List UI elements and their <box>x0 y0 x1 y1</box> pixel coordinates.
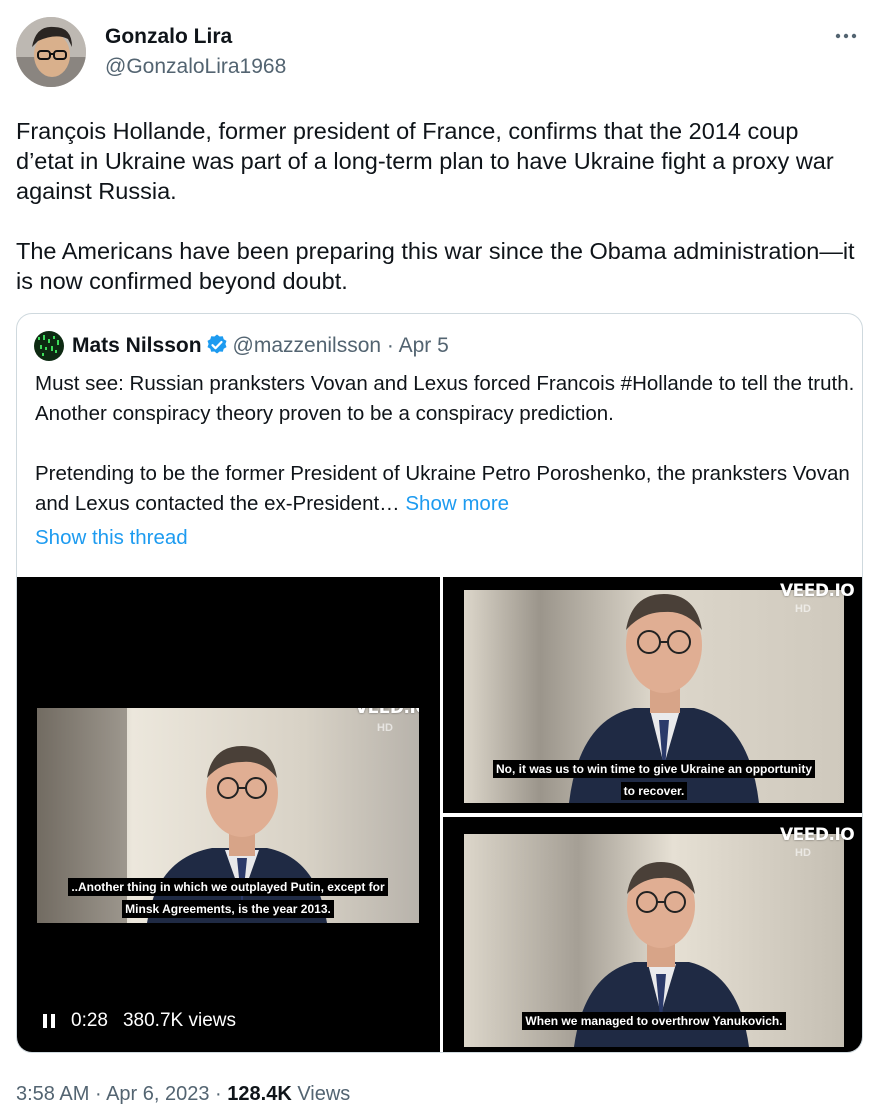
caption-line-1: When we managed to overthrow Yanukovich. <box>522 1012 786 1030</box>
video-frame: When we managed to overthrow Yanukovich. <box>464 834 844 1047</box>
quoted-tweet[interactable]: Mats Nilsson @mazzenilsson · Apr 5 Must s… <box>16 313 863 1053</box>
quoted-text: Must see: Russian pranksters Vovan and L… <box>35 369 855 519</box>
tweet-footer: 3:58 AM · Apr 6, 2023 · 128.4K Views <box>16 1080 350 1108</box>
quoted-date[interactable]: Apr 5 <box>399 334 449 357</box>
video-caption: No, it was us to win time to give Ukrain… <box>464 758 844 802</box>
caption-line-2: to recover. <box>620 782 688 800</box>
media-grid: VEED.IO HD ..Another thing in which we o… <box>17 577 862 1052</box>
veed-watermark: VEED.IO <box>780 581 855 601</box>
views-label: Views <box>291 1083 351 1105</box>
caption-line-2: Minsk Agreements, is the year 2013. <box>122 900 334 918</box>
author-name[interactable]: Gonzalo Lira <box>105 24 286 50</box>
channel-logo: HD <box>377 722 393 734</box>
quoted-meta-separator: · <box>386 334 394 357</box>
verified-badge-icon <box>205 333 229 357</box>
main-video[interactable]: VEED.IO HD ..Another thing in which we o… <box>17 577 440 1052</box>
footer-separator: · <box>89 1083 107 1105</box>
video-controls: 0:28 380.7K views <box>41 1010 236 1032</box>
footer-separator: · <box>209 1083 228 1105</box>
profile-photo-icon <box>16 17 86 87</box>
caption-line-1: No, it was us to win time to give Ukrain… <box>492 760 816 778</box>
author-avatar[interactable] <box>16 17 86 87</box>
views-count: 128.4K <box>227 1083 292 1105</box>
video-caption: When we managed to overthrow Yanukovich. <box>464 1010 844 1032</box>
tweet-date[interactable]: Apr 6, 2023 <box>106 1083 209 1105</box>
quoted-header: Mats Nilsson @mazzenilsson · Apr 5 <box>72 333 449 359</box>
show-thread-link[interactable]: Show this thread <box>35 524 188 552</box>
caption-line-1: ..Another thing in which we outplayed Pu… <box>68 878 388 896</box>
author-info: Gonzalo Lira @GonzaloLira1968 <box>105 24 286 80</box>
video-frame: No, it was us to win time to give Ukrain… <box>464 590 844 803</box>
matrix-avatar-icon <box>34 331 64 361</box>
video-views: 380.7K views <box>122 1010 236 1031</box>
author-handle[interactable]: @GonzaloLira1968 <box>105 54 286 80</box>
bottom-right-video[interactable]: When we managed to overthrow Yanukovich.… <box>443 817 862 1052</box>
top-right-video[interactable]: No, it was us to win time to give Ukrain… <box>443 577 862 813</box>
video-frame: VEED.IO HD ..Another thing in which we o… <box>37 708 419 923</box>
channel-logo: HD <box>795 847 811 859</box>
quoted-author-name[interactable]: Mats Nilsson <box>72 334 202 357</box>
show-more-link[interactable]: Show more <box>405 492 509 515</box>
video-caption: ..Another thing in which we outplayed Pu… <box>37 876 419 920</box>
channel-logo: HD <box>795 603 811 615</box>
quoted-author-handle[interactable]: @mazzenilsson <box>233 334 382 357</box>
veed-watermark: VEED.IO <box>355 708 419 718</box>
quoted-author-avatar[interactable] <box>34 331 64 361</box>
pause-icon[interactable] <box>41 1012 57 1030</box>
veed-watermark: VEED.IO <box>780 825 855 845</box>
tweet-text: François Hollande, former president of F… <box>16 118 855 294</box>
video-time: 0:28 <box>71 1010 108 1031</box>
more-options-icon[interactable] <box>831 24 861 48</box>
tweet-time[interactable]: 3:58 AM <box>16 1083 89 1105</box>
